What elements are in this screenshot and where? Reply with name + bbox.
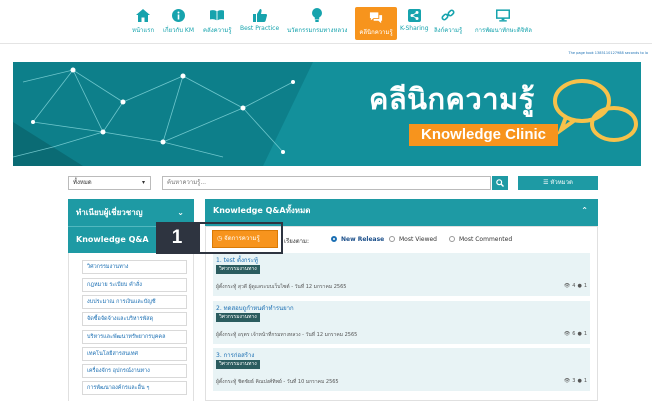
sort-most-commented-radio[interactable]: Most Commented	[449, 235, 512, 243]
view-count: 4	[572, 283, 576, 289]
thumbs-up-icon	[252, 8, 267, 22]
banner-title: คลีนิกความรู้	[369, 82, 535, 116]
sort-by-label: เรียงตาม:	[284, 238, 309, 245]
sidebar-item[interactable]: งบประมาณ การเงินและบัญชี	[82, 295, 187, 309]
nav-home-label: หน้าแรก	[132, 27, 155, 34]
question-meta: ผู้ตั้งกระทู้ ชิตชัยธ์ คิณปงศ์ทิพย์ - วั…	[216, 379, 339, 385]
nav-about-km[interactable]: เกี่ยวกับ KM	[163, 8, 194, 40]
share-icon	[407, 8, 421, 22]
nav-innovation-label: นวัตกรรมกรมทางหลวง	[287, 27, 348, 34]
nav-knowledge-links[interactable]: ลิงก์ความรู้	[434, 8, 462, 40]
sort-most-commented-label: Most Commented	[459, 235, 513, 243]
nav-knowledge-clinic[interactable]: คลีนิกความรู้	[355, 7, 397, 40]
comment-icon: ●	[577, 378, 582, 384]
question-meta: ผู้ตั้งกระทู้ สุวดี ผู้ดูแลระบบเว็บไซต์ …	[216, 284, 347, 290]
nav-about-km-label: เกี่ยวกับ KM	[163, 27, 195, 34]
category-header-button[interactable]: ☰ หัวหมวด	[518, 176, 598, 190]
question-card[interactable]: 2. ทดสอบถูกำหนดำทำรนยาก วิศวกรรมงานทาง ผ…	[213, 301, 590, 344]
sidebar-item[interactable]: การพัฒนาองค์กรและอื่น ๆ	[82, 381, 187, 395]
step-highlight-box	[198, 222, 283, 254]
sort-new-release-label: New Release	[341, 235, 385, 243]
nav-k-sharing[interactable]: K-Sharing	[400, 8, 429, 40]
question-title[interactable]: 2. ทดสอบถูกำหนดำทำรนยาก	[216, 303, 294, 313]
nav-digital-skills[interactable]: การพัฒนาทักษะดิจิทัล	[475, 8, 532, 40]
info-icon	[172, 8, 186, 22]
sidebar-item[interactable]: กฎหมาย ระเบียบ คำสั่ง	[82, 278, 187, 292]
nav-best-practice[interactable]: Best Practice	[240, 8, 279, 40]
question-stats: 👁 4 ● 1	[564, 283, 587, 289]
nav-knowledge-library[interactable]: คลังความรู้	[203, 8, 232, 40]
category-select[interactable]: ทั้งหมด ▾	[68, 176, 151, 190]
eye-icon: 👁	[563, 283, 571, 289]
question-card[interactable]: 3. การก่อสร้าง วิศวกรรมงานทาง ผู้ตั้งกระ…	[213, 348, 590, 391]
knowledge-clinic-banner: คลีนิกความรู้ Knowledge Clinic	[13, 62, 641, 166]
question-card[interactable]: 1. test ตั้งกระทู้ วิศวกรรมงานทาง ผู้ตั้…	[213, 253, 590, 296]
comment-icon: ●	[577, 331, 582, 337]
top-navigation: หน้าแรก เกี่ยวกับ KM คลังความรู้ Best Pr…	[0, 0, 652, 44]
radio-dot	[449, 236, 455, 242]
lightbulb-icon	[310, 8, 324, 22]
comment-icon: ●	[577, 283, 582, 289]
page-load-note: The page took 1385110127988 seconds to l…	[568, 51, 649, 55]
step-number-badge: 1	[156, 222, 198, 254]
nav-home[interactable]: หน้าแรก	[132, 8, 154, 40]
sidebar-item[interactable]: เครื่องจักร อุปกรณ์งานทาง	[82, 364, 187, 378]
question-meta: ผู้ตั้งกระทู้ อรุตร เจ้าหน้าที่กรมทางหลว…	[216, 332, 358, 338]
main-panel-title: Knowledge Q&Aทั้งหมด	[213, 206, 311, 215]
sort-new-release-radio[interactable]: New Release	[331, 235, 384, 243]
experts-directory-label: ทำเนียบผู้เชี่ยวชาญ	[76, 208, 143, 217]
view-count: 6	[572, 331, 576, 337]
home-icon	[136, 8, 151, 22]
sidebar-item[interactable]: เทคโนโลยีสารสนเทศ	[82, 347, 187, 361]
radio-dot	[389, 236, 395, 242]
nav-knowledge-library-label: คลังความรู้	[203, 27, 232, 34]
sidebar-item[interactable]: จัดซื้อจัดจ้างและบริหารพัสดุ	[82, 312, 187, 326]
book-icon	[210, 8, 225, 22]
sidebar-item[interactable]: วิศวกรรมงานทาง	[82, 260, 187, 274]
question-tag[interactable]: วิศวกรรมงานทาง	[216, 313, 260, 322]
nav-innovation[interactable]: นวัตกรรมกรมทางหลวง	[287, 8, 347, 40]
banner-subtitle: Knowledge Clinic	[409, 124, 559, 146]
nav-knowledge-links-label: ลิงก์ความรู้	[434, 27, 463, 34]
chevron-down-icon: ▾	[141, 179, 145, 186]
speech-bubbles-graphic	[553, 79, 638, 142]
question-tag[interactable]: วิศวกรรมงานทาง	[216, 360, 260, 369]
eye-icon: 👁	[563, 331, 571, 337]
view-count: 3	[572, 378, 576, 384]
comment-count: 1	[583, 283, 587, 289]
sort-most-viewed-label: Most Viewed	[399, 235, 437, 243]
nav-k-sharing-label: K-Sharing	[400, 25, 429, 32]
chevron-up-icon[interactable]: ⌃	[581, 199, 588, 223]
search-input[interactable]: ค้นหาความรู้...	[162, 176, 491, 190]
nav-knowledge-clinic-label: คลีนิกความรู้	[359, 29, 393, 36]
question-tag[interactable]: วิศวกรรมงานทาง	[216, 265, 260, 274]
question-stats: 👁 6 ● 1	[564, 331, 587, 337]
question-title[interactable]: 3. การก่อสร้าง	[216, 350, 254, 360]
page-frame: หน้าแรก เกี่ยวกับ KM คลังความรู้ Best Pr…	[0, 0, 652, 401]
nav-digital-skills-label: การพัฒนาทักษะดิจิทัล	[475, 27, 532, 34]
eye-icon: 👁	[563, 378, 571, 384]
question-stats: 👁 3 ● 1	[564, 378, 587, 384]
comment-count: 1	[583, 331, 587, 337]
radio-dot	[331, 236, 337, 242]
search-icon	[496, 179, 504, 187]
nav-best-practice-label: Best Practice	[240, 25, 280, 32]
question-title[interactable]: 1. test ตั้งกระทู้	[216, 255, 258, 265]
comment-count: 1	[583, 378, 587, 384]
chat-icon	[369, 10, 383, 24]
category-select-value: ทั้งหมด	[73, 179, 92, 186]
sidebar-category-list: วิศวกรรมงานทาง กฎหมาย ระเบียบ คำสั่ง งบป…	[68, 253, 194, 401]
search-button[interactable]	[492, 176, 508, 190]
banner-network-graphic	[13, 62, 638, 166]
monitor-icon	[496, 8, 511, 22]
sidebar-item[interactable]: บริหารและพัฒนาทรัพยากรบุคคล	[82, 330, 187, 344]
sort-most-viewed-radio[interactable]: Most Viewed	[389, 235, 437, 243]
link-icon	[441, 8, 455, 22]
